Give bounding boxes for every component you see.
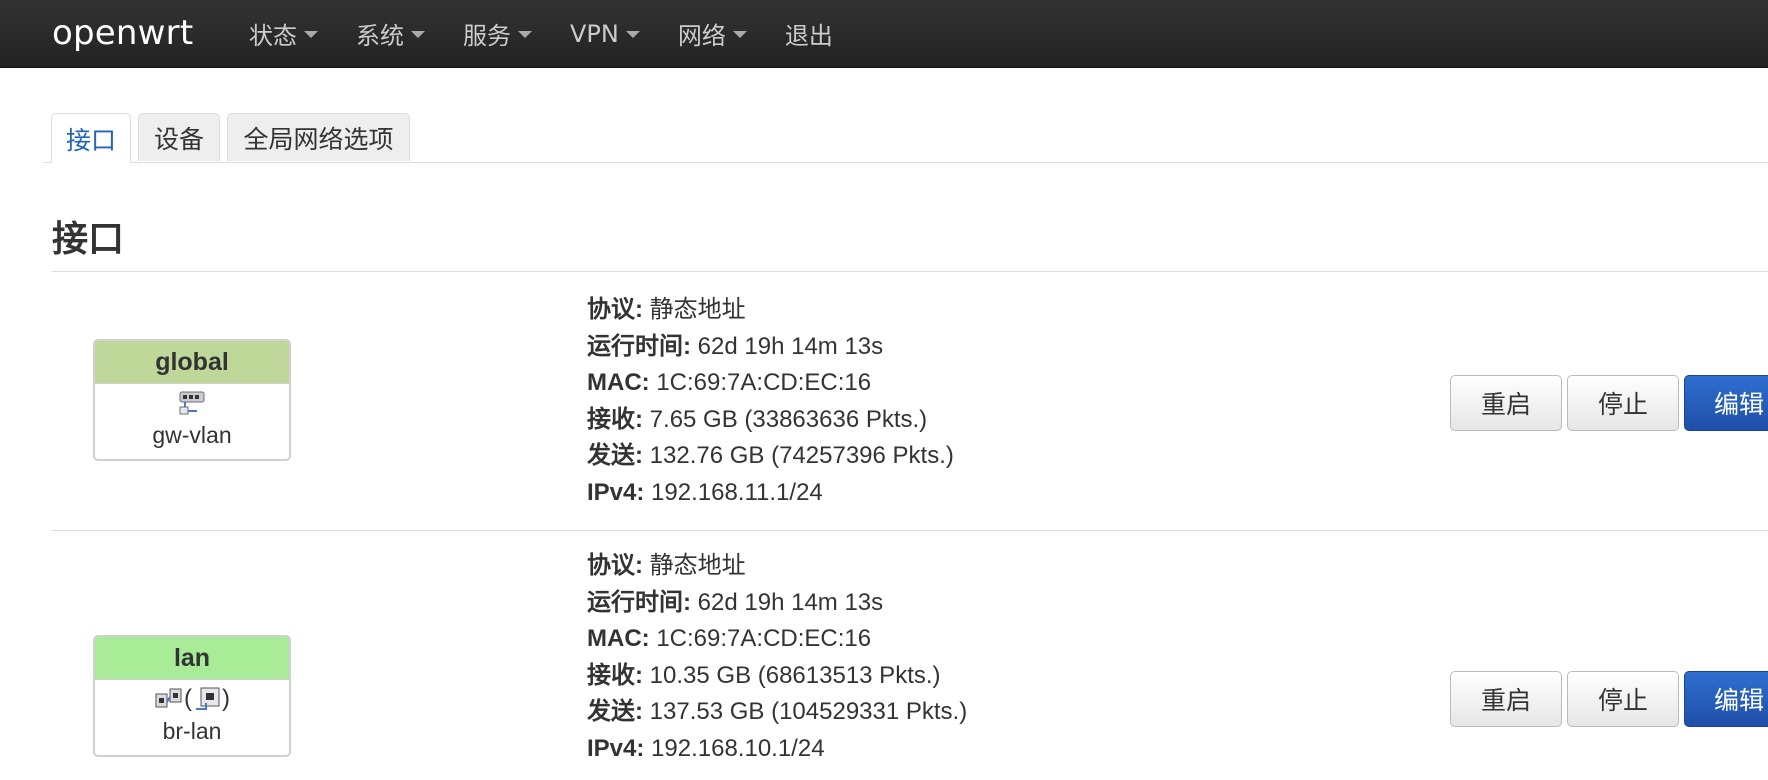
interface-device: br-lan bbox=[162, 718, 222, 744]
chevron-down-icon bbox=[304, 31, 318, 38]
restart-button[interactable]: 重启 bbox=[1450, 671, 1562, 727]
mac-value: 1C:69:7A:CD:EC:16 bbox=[656, 369, 872, 396]
rx-label: 接收: bbox=[587, 661, 643, 689]
interface-icons bbox=[95, 384, 289, 422]
uptime-label: 运行时间: bbox=[587, 588, 691, 616]
tab-devices[interactable]: 设备 bbox=[138, 113, 220, 161]
bridge-icon bbox=[155, 688, 182, 708]
mac-label: MAC: bbox=[587, 369, 650, 396]
menu-network-label: 网络 bbox=[677, 22, 726, 50]
menu-logout[interactable]: 退出 bbox=[785, 16, 833, 51]
edit-button[interactable]: 编辑 bbox=[1684, 671, 1768, 727]
menu-services[interactable]: 服务 bbox=[463, 16, 532, 51]
uptime-label: 运行时间: bbox=[587, 332, 691, 360]
ipv4-label: IPv4: bbox=[587, 734, 645, 762]
protocol-label: 协议: bbox=[587, 552, 643, 579]
rx-value: 10.35 GB (68613513 Pkts.) bbox=[649, 661, 941, 689]
mac-value: 1C:69:7A:CD:EC:16 bbox=[656, 625, 872, 652]
menu-system[interactable]: 系统 bbox=[356, 16, 425, 51]
menu-system-label: 系统 bbox=[356, 22, 404, 50]
interface-device: gw-vlan bbox=[152, 422, 232, 448]
ipv4-value: 192.168.10.1/24 bbox=[651, 734, 825, 762]
chevron-down-icon bbox=[411, 31, 425, 38]
tx-label: 发送: bbox=[587, 698, 643, 725]
ethernet-port-icon bbox=[196, 687, 220, 710]
chevron-down-icon bbox=[732, 31, 747, 38]
edit-button[interactable]: 编辑 bbox=[1684, 375, 1768, 431]
tab-global-network-options[interactable]: 全局网络选项 bbox=[227, 113, 410, 161]
uptime-value: 62d 19h 14m 13s bbox=[697, 588, 884, 616]
restart-button[interactable]: 重启 bbox=[1450, 375, 1562, 431]
stop-button[interactable]: 停止 bbox=[1567, 671, 1679, 727]
page-title: 接口 bbox=[52, 219, 125, 260]
tx-label: 发送: bbox=[587, 442, 643, 469]
uptime-value: 62d 19h 14m 13s bbox=[697, 332, 884, 360]
rx-value: 7.65 GB (33863636 Pkts.) bbox=[649, 405, 928, 433]
menu-services-label: 服务 bbox=[463, 22, 511, 50]
menu-status-label: 状态 bbox=[249, 22, 297, 50]
divider bbox=[52, 530, 1768, 531]
protocol-label: 协议: bbox=[587, 296, 643, 323]
menu-status[interactable]: 状态 bbox=[249, 16, 318, 51]
stop-button[interactable]: 停止 bbox=[1567, 375, 1679, 431]
main-menu: 状态 系统 服务 VPN 网络 退出 bbox=[249, 0, 871, 67]
interface-info-global: 协议: 静态地址 运行时间: 62d 19h 14m 13s MAC: 1C:6… bbox=[587, 292, 954, 511]
menu-logout-label: 退出 bbox=[784, 22, 833, 50]
mac-label: MAC: bbox=[587, 625, 650, 652]
interface-icons: ( ) bbox=[95, 680, 289, 718]
protocol-value: 静态地址 bbox=[649, 552, 746, 579]
interface-name: global bbox=[95, 341, 289, 384]
icon-paren-close: ) bbox=[222, 685, 230, 712]
menu-vpn[interactable]: VPN bbox=[570, 20, 640, 48]
tx-value: 132.76 GB (74257396 Pkts.) bbox=[649, 442, 954, 469]
rx-label: 接收: bbox=[587, 405, 643, 433]
icon-paren-open: ( bbox=[184, 685, 192, 712]
interface-badge-lan: lan ( ) br-lan bbox=[93, 635, 291, 757]
ipv4-value: 192.168.11.1/24 bbox=[651, 478, 823, 506]
divider bbox=[52, 271, 1768, 272]
interface-badge-global: global gw-vlan bbox=[93, 339, 291, 461]
chevron-down-icon bbox=[518, 31, 532, 38]
protocol-value: 静态地址 bbox=[649, 296, 746, 323]
top-navbar: openwrt 状态 系统 服务 VPN 网络 退出 bbox=[0, 0, 1768, 68]
tab-interfaces[interactable]: 接口 bbox=[51, 113, 131, 163]
switch-port-icon bbox=[179, 391, 205, 415]
interface-info-lan: 协议: 静态地址 运行时间: 62d 19h 14m 13s MAC: 1C:6… bbox=[587, 548, 967, 767]
tx-value: 137.53 GB (104529331 Pkts.) bbox=[649, 698, 968, 725]
brand-logo[interactable]: openwrt bbox=[52, 13, 193, 53]
chevron-down-icon bbox=[625, 31, 640, 38]
tab-bar: 接口 设备 全局网络选项 bbox=[43, 113, 1768, 163]
menu-network[interactable]: 网络 bbox=[678, 16, 747, 51]
interface-name: lan bbox=[95, 637, 289, 680]
menu-vpn-label: VPN bbox=[570, 19, 619, 48]
ipv4-label: IPv4: bbox=[587, 478, 645, 506]
